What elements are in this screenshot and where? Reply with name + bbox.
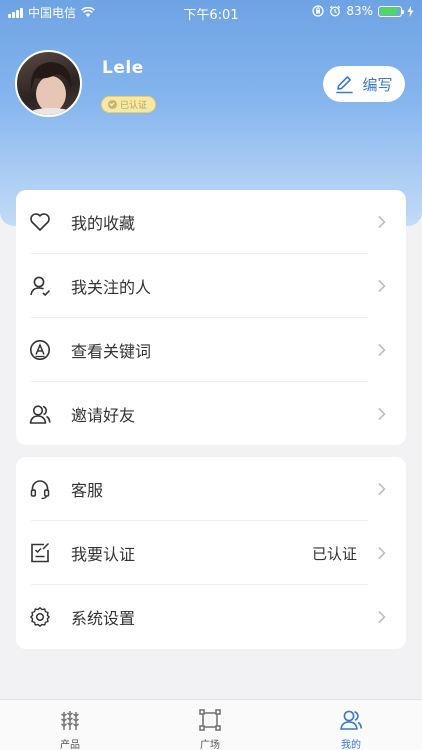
battery-level-fill bbox=[380, 7, 397, 15]
certify-icon bbox=[31, 542, 50, 563]
users-icon bbox=[29, 405, 51, 424]
user-check-icon bbox=[30, 276, 51, 297]
tab-mine[interactable]: 我的 bbox=[311, 700, 391, 750]
verified-badge: 已认证 bbox=[101, 96, 157, 113]
menu-item-following[interactable]: 我关注的人 bbox=[16, 254, 406, 318]
charging-icon bbox=[407, 5, 414, 17]
chevron-right-icon bbox=[378, 546, 386, 560]
menu-item-favorites[interactable]: 我的收藏 bbox=[16, 190, 406, 254]
chevron-right-icon bbox=[378, 279, 386, 293]
chevron-right-icon bbox=[378, 215, 386, 229]
tab-label: 我的 bbox=[341, 740, 361, 750]
menu-item-label: 查看关键词 bbox=[71, 342, 152, 361]
certification-status: 已认证 bbox=[311, 544, 357, 563]
chevron-right-icon bbox=[378, 407, 386, 421]
battery-percent: 83% bbox=[346, 4, 373, 18]
chevron-right-icon bbox=[378, 482, 386, 496]
menu-item-label: 邀请好友 bbox=[71, 406, 136, 425]
menu-item-label: 我要认证 bbox=[71, 545, 136, 564]
bottom-tab-bar: 产品 广场 我的 bbox=[0, 699, 422, 750]
wheat-icon bbox=[61, 711, 79, 730]
username: Lele bbox=[102, 58, 144, 78]
status-right: 83% bbox=[312, 4, 414, 18]
letter-a-circle-icon bbox=[30, 340, 50, 360]
gear-icon bbox=[30, 607, 50, 627]
menu-item-keywords[interactable]: 查看关键词 bbox=[16, 318, 406, 382]
menu-item-label: 系统设置 bbox=[71, 609, 136, 628]
menu-item-label: 我关注的人 bbox=[71, 278, 152, 297]
chevron-right-icon bbox=[378, 610, 386, 624]
verified-check-icon bbox=[108, 100, 117, 109]
tab-label: 产品 bbox=[60, 740, 80, 750]
edit-profile-label: 编写 bbox=[362, 75, 393, 94]
pen-icon bbox=[336, 75, 354, 93]
tab-label: 广场 bbox=[200, 740, 220, 750]
menu-item-certify[interactable]: 我要认证 已认证 bbox=[16, 521, 406, 585]
alarm-icon bbox=[330, 5, 341, 17]
status-bar: 中国电信 下午6:01 83% bbox=[0, 0, 422, 23]
chevron-right-icon bbox=[378, 343, 386, 357]
tab-square[interactable]: 广场 bbox=[170, 700, 250, 750]
menu-item-label: 客服 bbox=[71, 481, 104, 500]
edit-profile-button[interactable]: 编写 bbox=[323, 66, 405, 102]
heart-icon bbox=[30, 213, 50, 231]
tab-products[interactable]: 产品 bbox=[30, 700, 110, 750]
menu-item-settings[interactable]: 系统设置 bbox=[16, 585, 406, 649]
menu-item-invite[interactable]: 邀请好友 bbox=[16, 382, 406, 446]
menu-card-secondary: 客服 我要认证 已认证 系统设置 bbox=[16, 457, 406, 649]
verified-badge-label: 已认证 bbox=[120, 101, 148, 111]
avatar[interactable] bbox=[15, 50, 82, 117]
orientation-lock-icon bbox=[312, 5, 324, 17]
battery-icon bbox=[378, 5, 404, 17]
headset-icon bbox=[30, 480, 50, 500]
menu-item-customer-service[interactable]: 客服 bbox=[16, 457, 406, 521]
profile-icon bbox=[340, 710, 363, 730]
menu-card-primary: 我的收藏 我关注的人 查看关键词 邀请好友 bbox=[16, 190, 406, 445]
square-icon bbox=[199, 709, 221, 731]
menu-item-label: 我的收藏 bbox=[71, 214, 136, 233]
